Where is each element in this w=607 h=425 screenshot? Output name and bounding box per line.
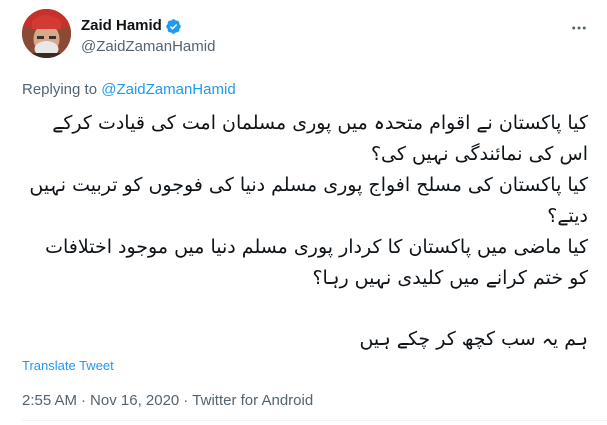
tweet-text-line-3: کیا ماضی میں پاکستان کا کردار پوری مسلم … [45,236,588,289]
translate-tweet-link[interactable]: Translate Tweet [22,358,114,374]
tweet: Zaid Hamid @ZaidZamanHamid Replying to @… [0,0,607,425]
replying-to-label: Replying to [22,81,98,98]
meta-separator: · [81,392,87,409]
tweet-text-line-1: کیا پاکستان نے اقوام متحدہ میں پوری مسلم… [52,112,588,165]
divider [22,420,607,421]
avatar-image [22,9,71,58]
tweet-text-line-4: ہم یہ سب کچھ کر چکے ہیں [359,328,588,350]
avatar[interactable] [22,9,71,58]
replying-to: Replying to @ZaidZamanHamid [22,80,236,100]
tweet-date[interactable]: Nov 16, 2020 [90,392,179,409]
handle[interactable]: @ZaidZamanHamid [81,37,215,57]
tweet-text: کیا پاکستان نے اقوام متحدہ میں پوری مسلم… [22,108,588,355]
tweet-text-line-2: کیا پاکستان کی مسلح افواج پوری مسلم دنیا… [29,174,588,227]
author-block[interactable]: Zaid Hamid @ZaidZamanHamid [81,16,215,57]
display-name-text[interactable]: Zaid Hamid [81,16,162,36]
meta-separator: · [183,392,189,409]
reply-mention-link[interactable]: @ZaidZamanHamid [101,81,235,98]
tweet-source[interactable]: Twitter for Android [192,392,313,409]
tweet-metadata: 2:55 AM · Nov 16, 2020 · Twitter for Android [22,391,313,411]
more-horizontal-icon [572,26,586,30]
more-options-button[interactable] [569,18,589,38]
display-name[interactable]: Zaid Hamid [81,16,182,36]
tweet-time[interactable]: 2:55 AM [22,392,77,409]
verified-badge-icon [166,18,181,34]
